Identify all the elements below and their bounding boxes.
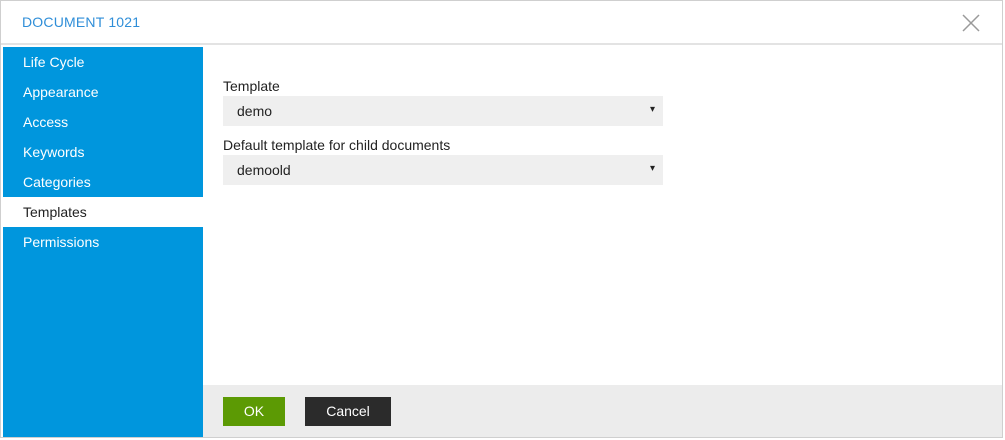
sidebar-item-label: Access — [23, 114, 69, 130]
dropdown-arrow-icon: ▾ — [649, 163, 655, 174]
sidebar-item-life-cycle[interactable]: Life Cycle — [3, 47, 203, 77]
sidebar-item-templates[interactable]: Templates — [3, 197, 203, 227]
child-template-select-value: demoold — [237, 162, 291, 178]
cancel-button[interactable]: Cancel — [305, 397, 391, 426]
sidebar-item-categories[interactable]: Categories — [3, 167, 203, 197]
template-select[interactable]: demo ▾ — [223, 96, 663, 126]
dialog-title: DOCUMENT 1021 — [22, 14, 141, 30]
template-label: Template — [223, 78, 280, 94]
sidebar-item-access[interactable]: Access — [3, 107, 203, 137]
sidebar-item-label: Life Cycle — [23, 54, 85, 70]
sidebar: Life Cycle Appearance Access Keywords Ca… — [3, 47, 203, 437]
sidebar-item-label: Permissions — [23, 234, 100, 250]
close-icon — [962, 14, 980, 32]
sidebar-item-label: Categories — [23, 174, 91, 190]
sidebar-item-keywords[interactable]: Keywords — [3, 137, 203, 167]
dialog-title-bar: DOCUMENT 1021 — [1, 1, 1002, 45]
close-button[interactable] — [960, 12, 982, 34]
child-template-select[interactable]: demoold ▾ — [223, 155, 663, 185]
sidebar-item-label: Appearance — [23, 84, 99, 100]
sidebar-item-label: Templates — [23, 204, 87, 220]
templates-panel: Template demo ▾ Default template for chi… — [203, 47, 1002, 385]
sidebar-item-permissions[interactable]: Permissions — [3, 227, 203, 257]
dialog-footer: OK Cancel — [203, 385, 1002, 437]
dropdown-arrow-icon: ▾ — [649, 104, 655, 115]
child-template-label: Default template for child documents — [223, 137, 451, 153]
ok-button[interactable]: OK — [223, 397, 285, 426]
sidebar-item-label: Keywords — [23, 144, 85, 160]
sidebar-item-appearance[interactable]: Appearance — [3, 77, 203, 107]
template-select-value: demo — [237, 103, 273, 119]
document-dialog: DOCUMENT 1021 Life Cycle Appearance Acce… — [0, 0, 1003, 438]
